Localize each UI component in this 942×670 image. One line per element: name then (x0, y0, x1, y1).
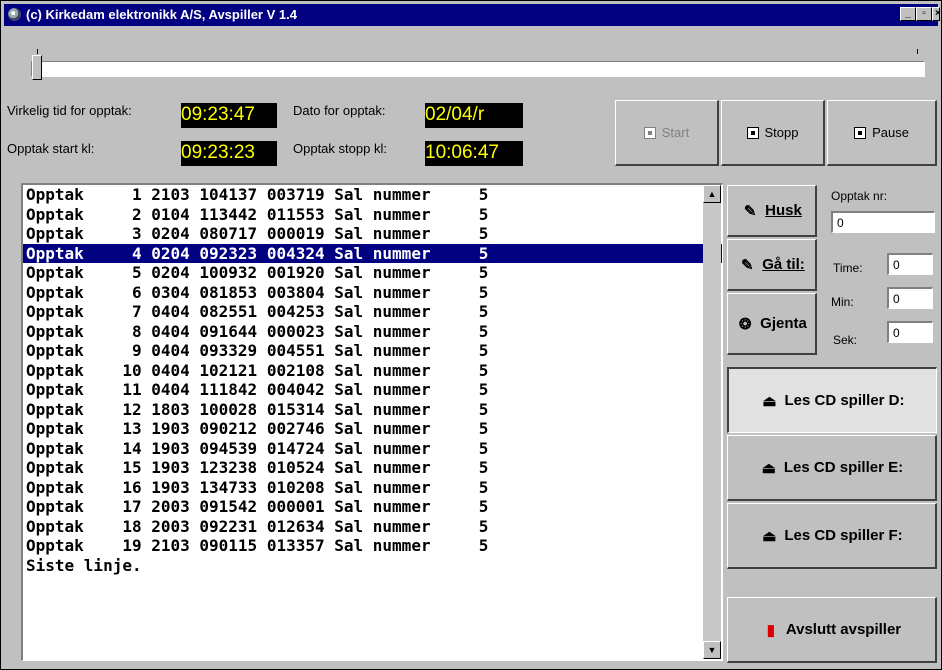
pause-button-label: Pause (872, 125, 909, 140)
gatil-label: Gå til: (762, 256, 805, 273)
stop-button-label: Stopp (764, 125, 799, 140)
gjenta-button[interactable]: ❂ Gjenta (727, 293, 817, 355)
recordings-rows: Opptak 1 2103 104137 003719 Sal nummer 5… (23, 185, 722, 575)
recording-row[interactable]: Opptak 14 1903 094539 014724 Sal nummer … (23, 439, 722, 459)
recording-row[interactable]: Opptak 17 2003 091542 000001 Sal nummer … (23, 497, 722, 517)
maximize-button[interactable]: ▫ (916, 7, 932, 21)
recording-row[interactable]: Opptak 16 1903 134733 010208 Sal nummer … (23, 478, 722, 498)
hour-input[interactable]: 0 (887, 253, 933, 275)
start-button-label: Start (661, 125, 690, 140)
pencil-icon: ✎ (740, 256, 754, 274)
recording-row[interactable]: Opptak 5 0204 100932 001920 Sal nummer 5 (23, 263, 722, 283)
recording-row[interactable]: Opptak 13 1903 090212 002746 Sal nummer … (23, 419, 722, 439)
title-bar[interactable]: (c) Kirkedam elektronikk A/S, Avspiller … (4, 4, 940, 26)
gjenta-label: Gjenta (760, 315, 807, 332)
actual-time-label: Virkelig tid for opptak: (7, 103, 132, 118)
cd-reader-icon: ⏏ (762, 392, 777, 410)
recording-row[interactable]: Opptak 11 0404 111842 004042 Sal nummer … (23, 380, 722, 400)
recording-row[interactable]: Opptak 3 0204 080717 000019 Sal nummer 5 (23, 224, 722, 244)
cd-f-button[interactable]: ⏏ Les CD spiller F: (727, 503, 937, 569)
date-display: 02/04/r (425, 103, 523, 128)
recordings-list[interactable]: Opptak 1 2103 104137 003719 Sal nummer 5… (21, 183, 723, 661)
cd-d-label: Les CD spiller D: (784, 392, 905, 409)
cd-f-label: Les CD spiller F: (784, 527, 903, 544)
stop-time-label: Opptak stopp kl: (293, 141, 387, 156)
list-scrollbar[interactable]: ▲ ▼ (703, 185, 721, 659)
cd-reader-icon: ⏏ (761, 459, 776, 477)
slider-start-tick (37, 49, 38, 54)
close-button[interactable]: × (932, 7, 940, 21)
gatil-button[interactable]: ✎ Gå til: (727, 239, 817, 291)
recording-row[interactable]: Opptak 1 2103 104137 003719 Sal nummer 5 (23, 185, 722, 205)
cd-icon (8, 8, 21, 21)
second-input[interactable]: 0 (887, 321, 933, 343)
start-button[interactable]: Start (615, 100, 719, 166)
actual-time-display: 09:23:47 (181, 103, 277, 128)
ear-icon: ❂ (738, 315, 752, 333)
stop-time-display: 10:06:47 (425, 141, 523, 166)
pause-button[interactable]: Pause (827, 100, 937, 166)
exit-door-icon: ▮ (766, 621, 775, 639)
play-icon (643, 126, 656, 139)
husk-label: Husk (765, 202, 802, 219)
cd-e-label: Les CD spiller E: (783, 459, 904, 476)
pencil-icon: ✎ (743, 202, 757, 220)
recording-row[interactable]: Opptak 4 0204 092323 004324 Sal nummer 5 (23, 243, 722, 263)
minute-input[interactable]: 0 (887, 287, 933, 309)
recording-row[interactable]: Opptak 9 0404 093329 004551 Sal nummer 5 (23, 341, 722, 361)
pause-icon (854, 126, 867, 139)
husk-button[interactable]: ✎ Husk (727, 185, 817, 237)
recording-row[interactable]: Opptak 18 2003 092231 012634 Sal nummer … (23, 517, 722, 537)
start-time-display: 09:23:23 (181, 141, 277, 166)
recording-row[interactable]: Opptak 8 0404 091644 000023 Sal nummer 5 (23, 322, 722, 342)
opptak-nr-label: Opptak nr: (831, 189, 888, 203)
recording-row[interactable]: Opptak 10 0404 102121 002108 Sal nummer … (23, 361, 722, 381)
date-label: Dato for opptak: (293, 103, 386, 118)
window-title: (c) Kirkedam elektronikk A/S, Avspiller … (26, 7, 297, 22)
list-end-marker[interactable]: Siste linje. (23, 556, 722, 576)
stop-button[interactable]: Stopp (721, 100, 825, 166)
cd-e-button[interactable]: ⏏ Les CD spiller E: (727, 435, 937, 501)
start-time-label: Opptak start kl: (7, 141, 95, 156)
recording-row[interactable]: Opptak 15 1903 123238 010524 Sal nummer … (23, 458, 722, 478)
slider-end-tick (917, 49, 918, 54)
quit-button[interactable]: ▮ Avslutt avspiller (727, 597, 937, 663)
opptak-nr-input[interactable]: 0 (831, 211, 935, 233)
scroll-down-button[interactable]: ▼ (703, 641, 721, 659)
position-slider-thumb[interactable] (32, 55, 42, 80)
stop-icon (746, 126, 759, 139)
cd-reader-icon: ⏏ (762, 527, 777, 545)
time-label: Time: (833, 261, 863, 275)
position-slider-track[interactable] (31, 61, 925, 77)
min-label: Min: (831, 295, 854, 309)
recording-row[interactable]: Opptak 12 1803 100028 015314 Sal nummer … (23, 400, 722, 420)
cd-d-button[interactable]: ⏏ Les CD spiller D: (727, 367, 937, 433)
recording-row[interactable]: Opptak 6 0304 081853 003804 Sal nummer 5 (23, 283, 722, 303)
recording-row[interactable]: Opptak 2 0104 113442 011553 Sal nummer 5 (23, 205, 722, 225)
recording-row[interactable]: Opptak 7 0404 082551 004253 Sal nummer 5 (23, 302, 722, 322)
scroll-up-button[interactable]: ▲ (703, 185, 721, 203)
app-window: (c) Kirkedam elektronikk A/S, Avspiller … (0, 0, 942, 670)
sek-label: Sek: (833, 333, 858, 347)
minimize-button[interactable]: _ (900, 7, 916, 21)
recording-row[interactable]: Opptak 19 2103 090115 013357 Sal nummer … (23, 536, 722, 556)
quit-label: Avslutt avspiller (785, 621, 902, 638)
